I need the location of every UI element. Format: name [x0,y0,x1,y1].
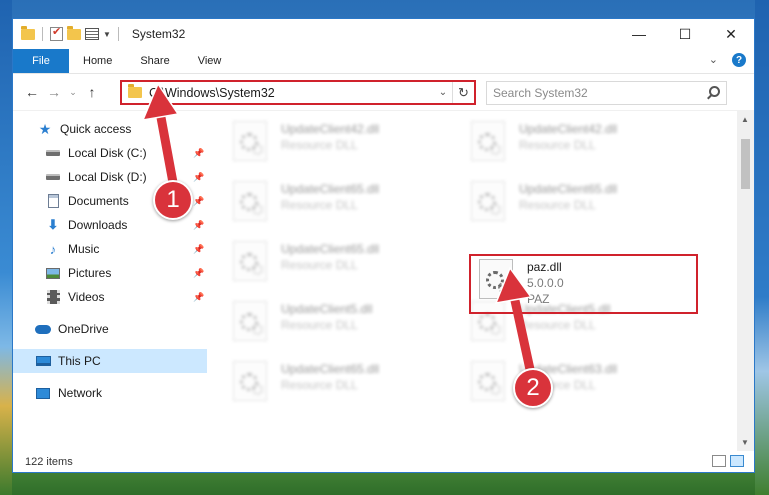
annotation-arrows [141,82,536,379]
arrow-to-address-bar [155,107,179,193]
arrow-head-1 [141,82,180,121]
arrow-head-2 [494,266,533,304]
callout-step-2: 2 [513,368,553,408]
arrow-to-paz-dll [509,291,536,379]
callout-step-1: 1 [153,180,193,220]
